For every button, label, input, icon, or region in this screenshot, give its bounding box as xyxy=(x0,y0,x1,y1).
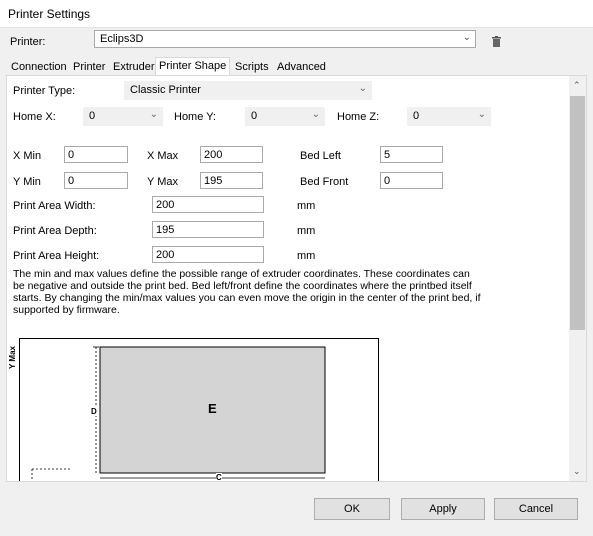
tab-scripts[interactable]: Scripts xyxy=(232,59,272,75)
home-z-label: Home Z: xyxy=(337,111,380,123)
printer-type-value: Classic Printer xyxy=(130,84,201,96)
home-x-value: 0 xyxy=(89,110,96,122)
y-min-label: Y Min xyxy=(13,176,41,188)
print-area-height-label: Print Area Height: xyxy=(13,250,100,262)
apply-button[interactable]: Apply xyxy=(401,498,485,520)
bed-front-field[interactable]: 0 xyxy=(380,172,443,189)
chevron-down-icon: ⌄ xyxy=(149,109,158,120)
print-area-width-field[interactable]: 200 xyxy=(152,196,264,213)
trash-icon[interactable] xyxy=(492,36,501,47)
x-min-field[interactable]: 0 xyxy=(64,146,128,163)
chevron-down-icon: ⌄ xyxy=(477,109,486,120)
ok-button[interactable]: OK xyxy=(314,498,390,520)
x-max-label: X Max xyxy=(147,150,179,162)
vertical-scrollbar[interactable]: ⌃ ⌄ xyxy=(569,76,586,481)
print-area-height-field[interactable]: 200 xyxy=(152,246,264,263)
printer-type-label: Printer Type: xyxy=(13,85,76,97)
scroll-up-icon[interactable]: ⌃ xyxy=(573,80,581,91)
coordinates-description: The min and max values define the possib… xyxy=(13,268,481,316)
printer-type-dropdown[interactable]: Classic Printer ⌄ xyxy=(124,81,372,100)
home-y-label: Home Y: xyxy=(174,111,216,123)
y-min-value: 0 xyxy=(68,175,75,187)
x-min-label: X Min xyxy=(13,150,42,162)
tab-printer[interactable]: Printer xyxy=(70,59,108,75)
printer-shape-panel: Printer Type: Classic Printer ⌄ Home X: … xyxy=(6,75,587,482)
print-area-depth-unit: mm xyxy=(297,225,316,237)
tab-advanced[interactable]: Advanced xyxy=(274,59,329,75)
home-z-value: 0 xyxy=(413,110,420,122)
tab-extruder[interactable]: Extruder xyxy=(110,59,158,75)
print-area-height-value: 200 xyxy=(156,249,175,261)
diagram-label-c: C xyxy=(216,473,222,482)
x-min-value: 0 xyxy=(68,149,75,161)
bed-front-value: 0 xyxy=(384,175,391,187)
settings-tabs: Connection Printer Extruder Printer Shap… xyxy=(6,57,586,76)
chevron-down-icon: ⌄ xyxy=(358,83,367,94)
print-area-depth-field[interactable]: 195 xyxy=(152,221,264,238)
print-area-depth-label: Print Area Depth: xyxy=(13,225,97,237)
cancel-button[interactable]: Cancel xyxy=(494,498,578,520)
printer-shape-diagram: Y Max D E C xyxy=(8,338,379,482)
tab-connection[interactable]: Connection xyxy=(8,59,70,75)
y-max-value: 195 xyxy=(204,175,223,187)
bed-left-field[interactable]: 5 xyxy=(380,146,443,163)
printer-dropdown-value: Eclips3D xyxy=(100,33,144,45)
x-max-value: 200 xyxy=(204,149,223,161)
home-y-dropdown[interactable]: 0 ⌄ xyxy=(245,107,325,126)
title-bar: Printer Settings xyxy=(0,0,593,28)
print-area-width-value: 200 xyxy=(156,199,175,211)
print-area-depth-value: 195 xyxy=(156,224,175,236)
dialog-button-bar: OK Apply Cancel xyxy=(0,482,593,536)
printer-selector-row: Printer: Eclips3D ⌄ xyxy=(0,28,593,55)
scroll-down-icon[interactable]: ⌄ xyxy=(573,466,581,477)
scrollbar-thumb[interactable] xyxy=(570,96,585,330)
home-y-value: 0 xyxy=(251,110,258,122)
bed-left-value: 5 xyxy=(384,149,391,161)
printer-dropdown[interactable]: Eclips3D ⌄ xyxy=(94,30,476,48)
bed-front-label: Bed Front xyxy=(300,176,349,188)
print-area-height-unit: mm xyxy=(297,250,316,262)
x-max-field[interactable]: 200 xyxy=(200,146,263,163)
print-area-width-label: Print Area Width: xyxy=(13,200,96,212)
y-min-field[interactable]: 0 xyxy=(64,172,128,189)
y-max-field[interactable]: 195 xyxy=(200,172,263,189)
y-max-label: Y Max xyxy=(147,176,178,188)
home-x-dropdown[interactable]: 0 ⌄ xyxy=(83,107,163,126)
chevron-down-icon: ⌄ xyxy=(311,109,320,120)
y-max-axis-label: Y Max xyxy=(8,346,17,369)
diagram-label-e: E xyxy=(208,401,217,416)
print-area-width-unit: mm xyxy=(297,200,316,212)
printer-label: Printer: xyxy=(10,36,46,48)
tab-printer-shape[interactable]: Printer Shape xyxy=(155,57,231,76)
diagram-label-d: D xyxy=(91,407,97,416)
bed-left-label: Bed Left xyxy=(300,150,341,162)
home-z-dropdown[interactable]: 0 ⌄ xyxy=(407,107,491,126)
window-title: Printer Settings xyxy=(8,7,91,21)
home-x-label: Home X: xyxy=(13,111,56,123)
chevron-down-icon: ⌄ xyxy=(462,32,471,43)
